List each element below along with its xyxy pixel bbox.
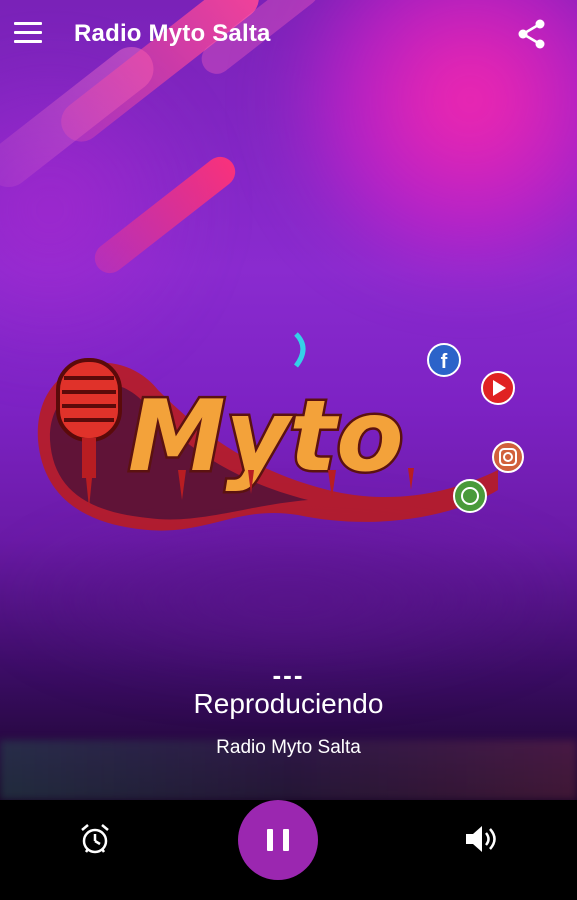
logo-text: Myto	[128, 380, 404, 494]
facebook-icon: f	[427, 343, 461, 377]
track-separator: ---	[272, 660, 305, 690]
station-logo: Myto f	[37, 332, 524, 531]
instagram-icon	[492, 441, 524, 473]
share-icon[interactable]	[516, 18, 548, 50]
radio-player-screen: Radio Myto Salta Myto f --- Reproduciend…	[0, 0, 577, 900]
pause-icon	[267, 829, 289, 851]
menu-icon[interactable]	[14, 22, 42, 44]
alarm-clock-icon[interactable]	[78, 822, 112, 856]
playback-status: Reproduciendo	[193, 688, 384, 719]
app-title: Radio Myto Salta	[74, 20, 271, 47]
youtube-icon	[481, 371, 515, 405]
play-pause-button[interactable]	[238, 800, 318, 880]
station-name: Radio Myto Salta	[216, 737, 361, 758]
app-bar: Radio Myto Salta	[0, 0, 577, 68]
svg-text:f: f	[441, 351, 448, 373]
whatsapp-icon	[453, 479, 487, 513]
volume-icon[interactable]	[462, 822, 498, 856]
